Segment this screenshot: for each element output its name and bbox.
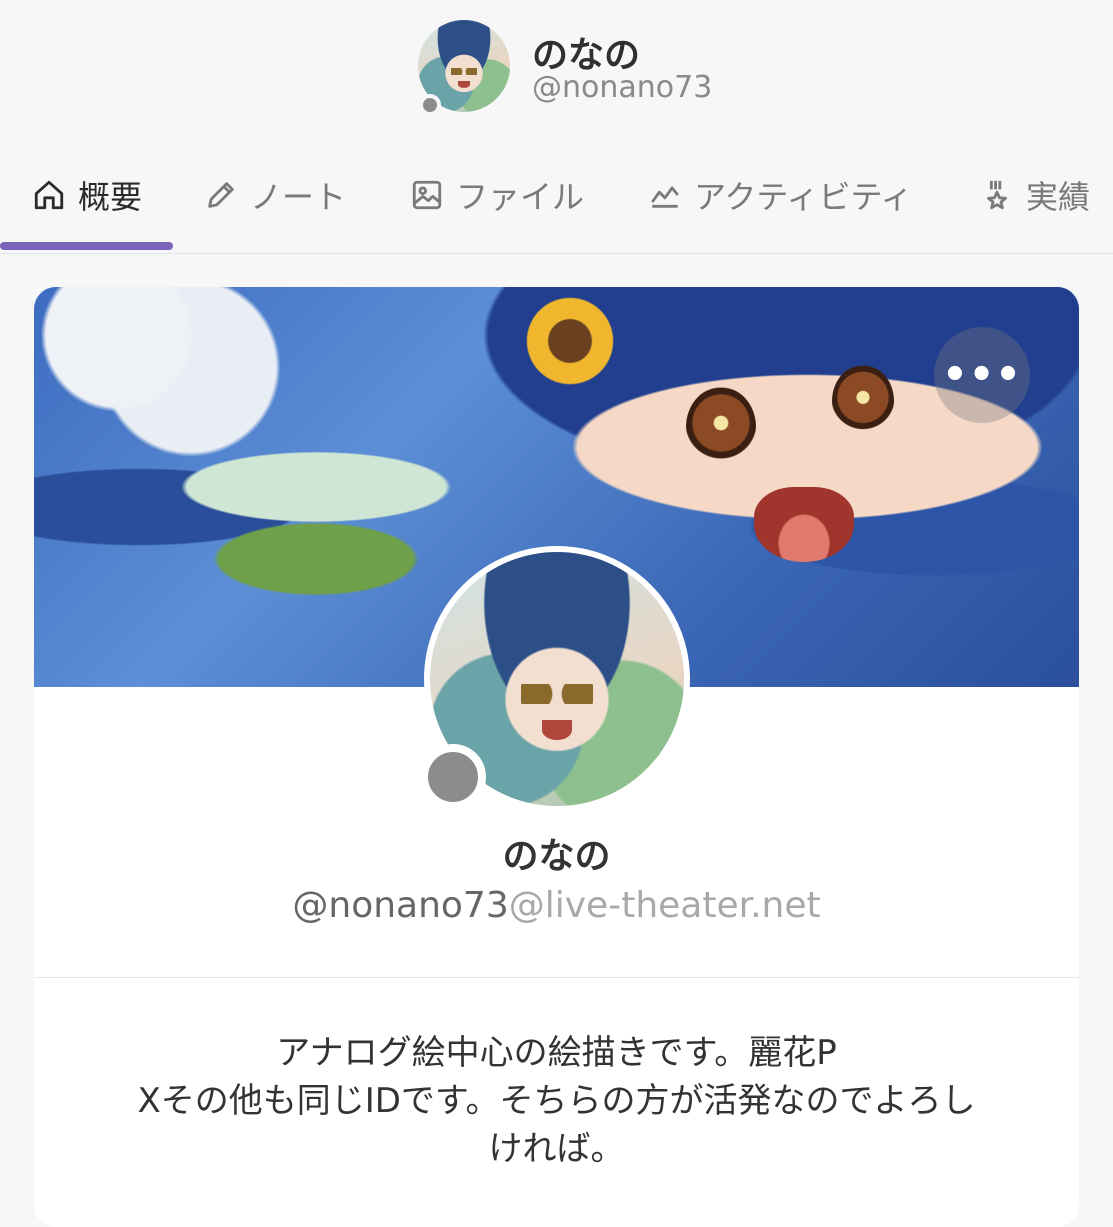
tab-files-label: ファイル	[456, 178, 585, 216]
profile-username: @nonano73@live-theater.net	[34, 885, 1079, 926]
username-part: @nonano73	[292, 885, 509, 926]
tab-activity-label: アクティビティ	[694, 178, 913, 216]
bio-line: アナログ絵中心の絵描きです。麗花P	[276, 1033, 837, 1073]
host-part: @live-theater.net	[508, 885, 821, 926]
tab-notes-label: ノート	[250, 178, 347, 216]
online-status-indicator	[419, 94, 441, 116]
online-status-indicator	[420, 744, 486, 810]
tab-achievements[interactable]: 実績	[980, 162, 1090, 228]
tab-files[interactable]: ファイル	[410, 162, 584, 228]
profile-tabs: 概要 ノート ファイル アクティビティ 実績	[0, 162, 1113, 228]
chart-line-icon	[651, 186, 679, 208]
more-options-button[interactable]: •••	[934, 327, 1030, 423]
tab-achievements-label: 実績	[1026, 178, 1091, 216]
medal-icon	[987, 180, 1007, 210]
bio-line: Xその他も同じIDです。そちらの方が活発なのでよろし	[137, 1081, 976, 1121]
profile-card: ••• のなの @nonano73@live-theater.net アナログ絵…	[34, 287, 1079, 1227]
image-icon	[412, 180, 442, 210]
tab-overview[interactable]: 概要	[32, 162, 142, 228]
tab-notes[interactable]: ノート	[204, 162, 346, 228]
profile-bio: アナログ絵中心の絵描きです。麗花P Xその他も同じIDです。そちらの方が活発なの…	[74, 1029, 1039, 1173]
tab-overview-label: 概要	[78, 178, 143, 216]
header-avatar[interactable]	[418, 20, 510, 116]
bio-line: ければ。	[488, 1129, 625, 1169]
profile-header: のなの @nonano73 概要 ノート ファイル アクティビティ 実績	[0, 0, 1113, 254]
pencil-icon	[208, 182, 234, 208]
more-options-icon: •••	[942, 352, 1022, 398]
tab-activity[interactable]: アクティビティ	[648, 162, 913, 228]
divider	[34, 977, 1079, 978]
header-username: @nonano73	[532, 70, 713, 105]
home-icon	[34, 180, 64, 210]
profile-display-name: のなの	[502, 836, 611, 877]
profile-avatar[interactable]	[420, 546, 690, 812]
active-tab-indicator	[0, 242, 173, 250]
